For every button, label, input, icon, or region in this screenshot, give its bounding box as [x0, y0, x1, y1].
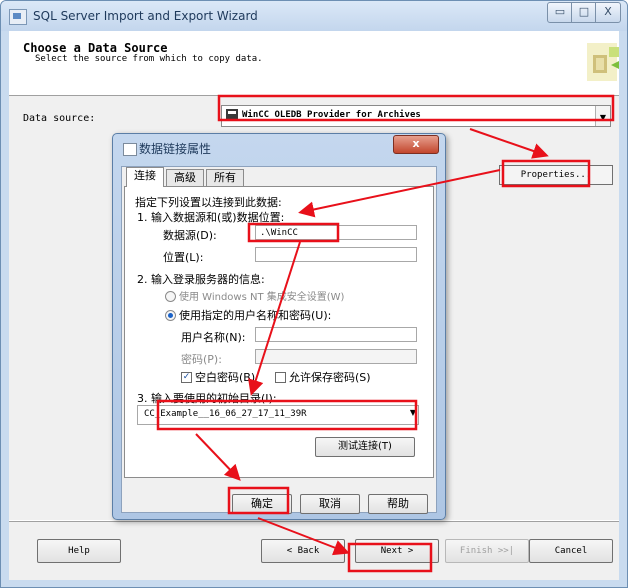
maximize-button[interactable]: □ [571, 2, 597, 23]
chevron-down-icon[interactable]: ▼ [595, 106, 610, 126]
data-source-label: Data source: [23, 113, 96, 124]
ok-button[interactable]: 确定 [232, 494, 292, 514]
radio-specific-user[interactable] [165, 310, 176, 321]
provider-icon [226, 109, 238, 120]
help-button[interactable]: Help [37, 539, 121, 563]
datasource-label: 数据源(D): [163, 229, 217, 242]
dialog-cancel-button[interactable]: 取消 [300, 494, 360, 514]
page-subtitle: Select the source from which to copy dat… [35, 54, 263, 64]
wizard-app-icon [9, 9, 27, 25]
back-button[interactable]: < Back [261, 539, 345, 563]
tab-advanced[interactable]: 高级 [166, 169, 204, 186]
cancel-button[interactable]: Cancel [529, 539, 613, 563]
password-input[interactable] [255, 349, 417, 364]
radio-windows-auth-label: 使用 Windows NT 集成安全设置(W) [179, 292, 345, 303]
tab-all[interactable]: 所有 [206, 169, 244, 186]
location-label: 位置(L): [163, 251, 204, 264]
username-label: 用户名称(N): [181, 331, 246, 344]
location-input[interactable] [255, 247, 417, 262]
blank-password-checkbox[interactable]: ✓ [181, 372, 192, 383]
data-source-value: WinCC OLEDB Provider for Archives [242, 110, 421, 120]
step3-heading: 3. 输入要使用的初始目录(I): [137, 392, 277, 405]
dialog-title: 数据链接属性 [139, 142, 212, 156]
properties-button[interactable]: Properties... [499, 165, 613, 185]
tab-connection[interactable]: 连接 [126, 167, 164, 187]
test-connection-button[interactable]: 测试连接(T) [315, 437, 415, 457]
close-button[interactable]: X [595, 2, 621, 23]
minimize-button[interactable]: ▭ [547, 2, 573, 23]
username-input[interactable] [255, 327, 417, 342]
data-source-dropdown[interactable]: WinCC OLEDB Provider for Archives ▼ [221, 105, 611, 127]
connection-panel: 指定下列设置以连接到此数据: 1. 输入数据源和(或)数据位置: 数据源(D):… [124, 186, 434, 478]
dialog-help-button[interactable]: 帮助 [368, 494, 428, 514]
allow-save-password-label: 允许保存密码(S) [289, 371, 371, 384]
password-label: 密码(P): [181, 353, 222, 366]
datalink-icon [123, 143, 137, 156]
next-button[interactable]: Next > [355, 539, 439, 563]
wizard-footer: Help < Back Next > Finish >>| Cancel [9, 521, 619, 580]
step2-heading: 2. 输入登录服务器的信息: [137, 273, 265, 286]
page-title: Choose a Data Source [23, 41, 168, 55]
window-title: SQL Server Import and Export Wizard [33, 9, 258, 23]
datasource-input[interactable]: .\WinCC [255, 225, 417, 240]
allow-save-password-checkbox[interactable] [275, 372, 286, 383]
intro-text: 指定下列设置以连接到此数据: [135, 196, 282, 209]
radio-windows-auth[interactable] [165, 291, 176, 302]
wizard-header: Choose a Data Source Select the source f… [9, 31, 619, 96]
finish-button[interactable]: Finish >>| [445, 539, 529, 563]
dialog-close-button[interactable]: x [393, 135, 439, 154]
step1-heading: 1. 输入数据源和(或)数据位置: [137, 211, 285, 224]
blank-password-label: 空白密码(B) [195, 371, 256, 384]
chevron-down-icon[interactable]: ▼ [410, 408, 416, 417]
initial-catalog-value: CC_Example__16_06_27_17_11_39R [144, 409, 307, 419]
title-bar: SQL Server Import and Export Wizard ▭ □ … [1, 1, 627, 31]
wizard-logo-icon [587, 43, 619, 81]
dialog-body: 连接 高级 所有 指定下列设置以连接到此数据: 1. 输入数据源和(或)数据位置… [121, 166, 437, 514]
radio-specific-user-label: 使用指定的用户名称和密码(U): [179, 309, 332, 322]
data-link-properties-dialog: 数据链接属性 x 连接 高级 所有 指定下列设置以连接到此数据: 1. 输入数据… [112, 133, 446, 520]
initial-catalog-dropdown[interactable]: CC_Example__16_06_27_17_11_39R ▼ [137, 405, 419, 425]
